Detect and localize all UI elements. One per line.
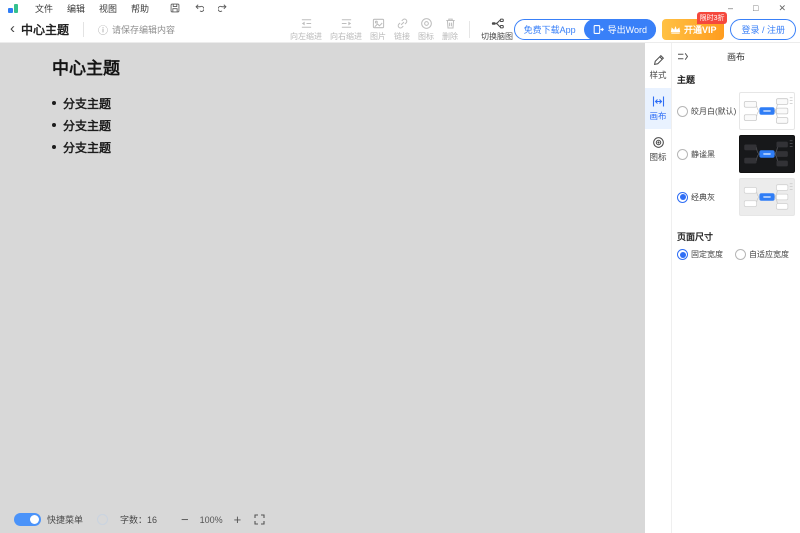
page-size-adaptive[interactable]: 自适应宽度	[735, 249, 789, 260]
export-word-button[interactable]: 导出Word	[584, 19, 656, 40]
quick-menu-label: 快捷菜单	[47, 513, 83, 526]
page-size-fixed[interactable]: 固定宽度	[677, 249, 723, 260]
fit-screen-button[interactable]	[254, 514, 265, 525]
undo-icon[interactable]	[194, 3, 204, 13]
toolbar-actions: 免费下载App 导出Word 开通VIP 限时3折 登录 / 注册	[514, 16, 796, 42]
tab-icon[interactable]: 图标	[645, 129, 671, 170]
editor-canvas[interactable]: 中心主题 分支主题 分支主题 分支主题 快捷菜单 字数	[0, 43, 645, 533]
sidebar-tabs: 样式 画布 图标	[645, 43, 672, 533]
statusbar: 快捷菜单 字数：16 − 100% +	[14, 513, 265, 526]
download-app-button[interactable]: 免费下载App	[515, 23, 585, 36]
fullscreen-icon	[254, 514, 265, 525]
brush-icon	[652, 54, 665, 67]
app-logo-icon	[8, 4, 18, 13]
app-window: 文件 编辑 视图 帮助 – □ ✕ ‹ 中心主题 ⓘ 请保存编辑内容 向左缩进	[0, 0, 800, 533]
word-count: 字数：16	[120, 513, 157, 526]
tool-group: 向左缩进 向右缩进 图片 链接 图标 删除	[290, 16, 513, 42]
menu-view[interactable]: 视图	[92, 2, 124, 15]
right-sidebar: 样式 画布 图标 画布 主题	[645, 43, 800, 533]
indent-left-button[interactable]: 向左缩进	[290, 17, 322, 42]
zoom-level: 100%	[200, 515, 223, 525]
tool-group-divider	[469, 21, 470, 38]
window-minimize-button[interactable]: –	[728, 3, 733, 13]
menu-help[interactable]: 帮助	[124, 2, 156, 15]
toolbar-divider	[83, 22, 84, 37]
export-icon	[593, 24, 604, 35]
theme-thumbnail-gray[interactable]	[739, 178, 795, 216]
radio-icon[interactable]	[677, 149, 688, 160]
bullet-icon	[52, 123, 56, 127]
radio-icon[interactable]	[677, 249, 688, 260]
theme-section-label: 主题	[677, 73, 795, 86]
branch-topic[interactable]: 分支主题	[52, 114, 645, 136]
theme-option-black[interactable]: 静谧黑	[677, 135, 795, 173]
branch-topic[interactable]: 分支主题	[52, 92, 645, 114]
theme-thumbnail-black[interactable]	[739, 135, 795, 173]
vip-promo-badge: 限时3折	[697, 12, 728, 24]
indent-right-button[interactable]: 向右缩进	[330, 17, 362, 42]
zoom-in-button[interactable]: +	[232, 513, 244, 526]
login-button[interactable]: 登录 / 注册	[730, 19, 796, 40]
delete-button[interactable]: 删除	[442, 17, 458, 42]
info-icon: ⓘ	[98, 22, 108, 37]
theme-option-white[interactable]: 皎月白(默认)	[677, 92, 795, 130]
panel-title: 画布	[691, 50, 781, 63]
bullet-icon	[52, 101, 56, 105]
tab-style[interactable]: 样式	[645, 47, 671, 88]
titlebar: 文件 编辑 视图 帮助 – □ ✕	[0, 0, 800, 16]
quick-menu-toggle[interactable]	[14, 513, 41, 526]
menu-edit[interactable]: 编辑	[60, 2, 92, 15]
link-button[interactable]: 链接	[394, 17, 410, 42]
spinner-icon	[97, 514, 108, 525]
document-title[interactable]: 中心主题	[21, 21, 69, 38]
central-topic[interactable]: 中心主题	[52, 54, 645, 79]
radio-icon[interactable]	[677, 106, 688, 117]
radio-icon[interactable]	[735, 249, 746, 260]
outline: 中心主题 分支主题 分支主题 分支主题	[0, 43, 645, 158]
radio-icon[interactable]	[677, 192, 688, 203]
tab-canvas[interactable]: 画布	[645, 88, 671, 129]
back-button[interactable]: ‹	[0, 21, 21, 38]
page-size-label: 页面尺寸	[677, 230, 795, 243]
window-maximize-button[interactable]: □	[753, 3, 758, 13]
vip-button[interactable]: 开通VIP 限时3折	[662, 19, 725, 40]
icon-button[interactable]: 图标	[418, 17, 434, 42]
zoom-out-button[interactable]: −	[179, 513, 191, 526]
bullet-icon	[52, 145, 56, 149]
toolbar: ‹ 中心主题 ⓘ 请保存编辑内容 向左缩进 向右缩进 图片 链接	[0, 16, 800, 43]
canvas-panel: 画布 主题 皎月白(默认)	[672, 43, 800, 533]
window-close-button[interactable]: ✕	[778, 3, 786, 14]
redo-icon[interactable]	[218, 3, 228, 13]
switch-mindmap-button[interactable]: 切换脑图	[481, 17, 513, 42]
theme-option-gray[interactable]: 经典灰	[677, 178, 795, 216]
branch-topic[interactable]: 分支主题	[52, 136, 645, 158]
theme-thumbnail-white[interactable]	[739, 92, 795, 130]
collapse-panel-icon[interactable]	[677, 52, 691, 61]
canvas-icon	[652, 95, 665, 108]
menu-file[interactable]: 文件	[28, 2, 60, 15]
image-button[interactable]: 图片	[370, 17, 386, 42]
download-export-capsule: 免费下载App 导出Word	[514, 19, 656, 40]
target-icon	[652, 136, 665, 149]
crown-icon	[670, 25, 681, 34]
save-notice-text: 请保存编辑内容	[112, 23, 175, 36]
save-notice: ⓘ 请保存编辑内容	[98, 22, 175, 37]
save-icon[interactable]	[170, 3, 180, 13]
